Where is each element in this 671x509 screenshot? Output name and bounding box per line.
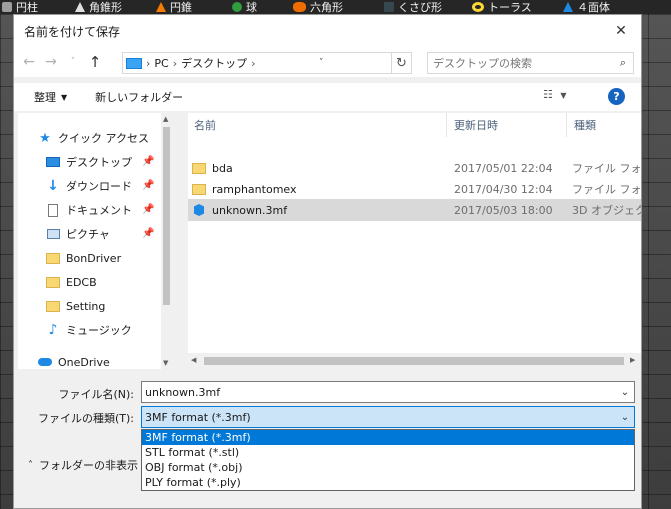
address-bar[interactable]: › PC › デスクトップ › ˅ ↻ (122, 52, 412, 74)
file-row[interactable]: ramphantomex 2017/04/30 12:04 ファイル フォルダー (188, 178, 641, 200)
scrollbar-thumb[interactable] (163, 127, 170, 305)
scroll-right-icon[interactable]: ▶ (630, 356, 635, 364)
file-row-selected[interactable]: unknown.3mf 2017/05/03 18:00 3D オブジェクト (188, 199, 641, 221)
breadcrumb-pc[interactable]: PC (150, 57, 172, 70)
dialog-titlebar: 名前を付けて保存 ✕ (14, 15, 641, 47)
app-shape-toolbar: 円柱 角錐形 円錐 球 六角形 くさび形 トーラス ４面体 (0, 0, 671, 14)
filetype-option[interactable]: STL format (*.stl) (142, 445, 634, 460)
help-icon[interactable]: ? (608, 88, 625, 105)
folder-icon (46, 251, 60, 265)
nav-item-music[interactable]: ♪ ミュージック (46, 319, 170, 341)
dialog-title: 名前を付けて保存 (24, 24, 121, 39)
pyramid-icon (75, 2, 85, 12)
navigation-pane: ★ クイック アクセス デスクトップ 📌 ↓ ダウンロード 📌 ドキュメント 📌… (18, 113, 170, 369)
3mf-file-icon (192, 203, 206, 217)
back-arrow-icon[interactable]: ← (18, 51, 40, 73)
nav-item-setting[interactable]: Setting (46, 295, 170, 317)
chevron-down-icon[interactable]: ⌄ (616, 412, 634, 423)
column-header-name[interactable]: 名前 (194, 113, 216, 137)
tool-torus[interactable]: トーラス (472, 0, 532, 14)
desktop-icon (46, 155, 60, 169)
tool-sphere[interactable]: 球 (232, 0, 257, 14)
nav-item-bondriver[interactable]: BonDriver (46, 247, 170, 269)
folder-icon (192, 183, 206, 195)
file-list: ˄ 名前 更新日時 種類 bda 2017/05/01 22:04 ファイル フ… (188, 113, 641, 369)
file-row[interactable]: bda 2017/05/01 22:04 ファイル フォルダー (188, 157, 641, 179)
filetype-option[interactable]: PLY format (*.ply) (142, 475, 634, 490)
tool-cone[interactable]: 円錐 (156, 0, 192, 14)
search-box[interactable]: ⌕ (427, 52, 634, 74)
close-icon[interactable]: ✕ (601, 15, 641, 47)
command-bar: 整理 ▼ 新しいフォルダー ☷ ▼ ? (14, 83, 641, 111)
pin-icon[interactable]: 📌 (142, 228, 154, 239)
view-options-icon[interactable]: ☷ ▼ (543, 88, 567, 101)
filetype-label: ファイルの種類(T): (37, 412, 134, 425)
tool-hexagon[interactable]: 六角形 (293, 0, 343, 14)
filename-value: unknown.3mf (145, 385, 221, 399)
column-divider[interactable] (446, 113, 447, 137)
filename-field[interactable]: unknown.3mf ⌄ (141, 381, 635, 403)
chevron-down-icon: ▼ (61, 92, 68, 102)
tool-cylinder[interactable]: 円柱 (2, 0, 38, 14)
nav-item-edcb[interactable]: EDCB (46, 271, 170, 293)
sphere-icon (232, 2, 242, 12)
chevron-up-icon: ˄ (28, 459, 33, 471)
column-header-type[interactable]: 種類 (574, 113, 596, 137)
nav-scrollbar[interactable]: ▲ ▼ (161, 113, 170, 369)
cone-icon (156, 2, 166, 12)
filename-label: ファイル名(N): (58, 388, 134, 401)
pin-icon[interactable]: 📌 (142, 204, 154, 215)
folder-icon (192, 162, 206, 174)
scroll-left-icon[interactable]: ◀ (191, 356, 196, 364)
nav-item-onedrive[interactable]: OneDrive (38, 351, 170, 369)
search-input[interactable] (433, 56, 613, 70)
pc-icon (126, 57, 142, 69)
filetype-option[interactable]: 3MF format (*.3mf) (142, 430, 634, 445)
breadcrumb-separator-icon: › (251, 56, 256, 70)
pin-icon[interactable]: 📌 (142, 156, 154, 167)
up-arrow-icon[interactable]: ↑ (84, 51, 106, 73)
column-divider[interactable] (566, 113, 567, 137)
tool-pyramid[interactable]: 角錐形 (75, 0, 122, 14)
filetype-value: 3MF format (*.3mf) (145, 410, 251, 424)
picture-icon (46, 227, 60, 241)
horizontal-scrollbar[interactable]: ◀ ▶ (188, 353, 641, 369)
wedge-icon (384, 2, 394, 12)
refresh-icon[interactable]: ↻ (390, 53, 411, 73)
scroll-up-icon[interactable]: ▲ (163, 115, 168, 123)
sort-caret-icon: ˄ (312, 113, 317, 120)
hide-folders-button[interactable]: ˄ フォルダーの非表示 (28, 457, 138, 473)
filetype-option[interactable]: OBJ format (*.obj) (142, 460, 634, 475)
recent-locations-chevron-icon[interactable]: ˅ (62, 51, 84, 73)
filetype-options-list: 3MF format (*.3mf) STL format (*.stl) OB… (141, 429, 635, 491)
star-icon: ★ (39, 130, 51, 146)
organize-button[interactable]: 整理 ▼ (14, 89, 77, 105)
tool-tetrahedron[interactable]: ４面体 (563, 0, 610, 14)
search-icon[interactable]: ⌕ (613, 56, 633, 70)
cloud-icon (38, 355, 52, 369)
scrollbar-thumb[interactable] (204, 357, 624, 365)
folder-icon (46, 275, 60, 289)
filetype-select[interactable]: 3MF format (*.3mf) ⌄ (141, 406, 635, 428)
scroll-down-icon[interactable]: ▼ (163, 359, 168, 367)
tool-wedge[interactable]: くさび形 (384, 0, 442, 14)
hexagon-icon (293, 2, 306, 12)
folder-icon (46, 299, 60, 313)
cylinder-icon (2, 2, 12, 12)
new-folder-button[interactable]: 新しいフォルダー (77, 89, 193, 105)
save-as-dialog: 名前を付けて保存 ✕ ← → ˅ ↑ › PC › デスクトップ › ˅ ↻ ⌕… (13, 14, 642, 509)
torus-icon (472, 2, 484, 12)
address-dropdown-icon[interactable]: ˅ (319, 58, 328, 68)
music-icon: ♪ (48, 322, 58, 338)
nav-item-quick-access[interactable]: ★ クイック アクセス (38, 127, 170, 149)
document-icon (46, 203, 60, 217)
forward-arrow-icon[interactable]: → (40, 51, 62, 73)
pin-icon[interactable]: 📌 (142, 180, 154, 191)
download-icon: ↓ (47, 178, 59, 194)
tetrahedron-icon (563, 2, 573, 12)
chevron-down-icon[interactable]: ⌄ (616, 387, 634, 398)
breadcrumb-desktop[interactable]: デスクトップ (177, 55, 251, 71)
column-header-date[interactable]: 更新日時 (454, 113, 498, 137)
